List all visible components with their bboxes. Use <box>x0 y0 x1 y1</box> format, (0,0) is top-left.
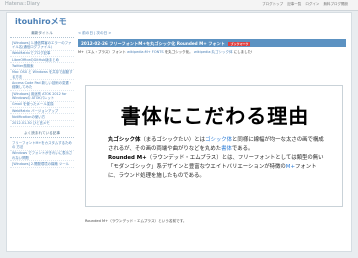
hatena-brand-logo[interactable]: Hatena::Diary <box>5 1 40 7</box>
sample-heading: 書体にこだわる理由 <box>120 104 310 128</box>
top-link-create-blog[interactable]: 無料ブログ開設 <box>324 2 349 6</box>
top-nav-links: ブログトップ 記事一覧 ログイン 無料ブログ開設 <box>259 2 348 7</box>
intro-text-end: にしました! <box>233 50 253 54</box>
entry-title-bar: 2012-02-26 フリーフォントM+を丸ゴシック化 Rounded M+ フ… <box>78 39 346 47</box>
font-sample-image: 書体にこだわる理由 丸ゴシック体（まるゴシックたい）とはゴシック体と同様に線幅が… <box>85 85 343 207</box>
para1-text-c: である。 <box>231 146 254 152</box>
sidebar-item[interactable]: Access Code Pad 新しい技術の変遷・経験してみた <box>10 80 74 91</box>
sidebar-popular-list: フリーフォントM+をカスタムするための 方法 Windows でフォントがきれいに… <box>10 140 74 168</box>
date-navigation[interactable]: < 前の日 | 次の日 > <box>78 31 350 36</box>
sample-paragraph-2: Rounded M+（ラウンデッド・エムプラス）とは、フリーフォントとしては類型… <box>108 154 326 181</box>
wikipedia-link-maru-gothic[interactable]: wikipedia:丸ゴシック体 <box>194 50 233 54</box>
top-link-login[interactable]: ログイン <box>305 2 319 6</box>
sidebar-item[interactable]: [Windows] 2.開発環境の構築 ツール <box>10 161 74 168</box>
sidebar-item[interactable]: フリーフォントM+をカスタムするための 方法 <box>10 140 74 151</box>
sidebar-item[interactable]: [Windows] 用途別 ATOK 2012 for Windowsの ATO… <box>10 91 74 102</box>
para1-text-a: （まるゴシックたい）とは <box>140 137 206 143</box>
main-content: < 前の日 | 次の日 > 2012-02-26 フリーフォントM+を丸ゴシック… <box>78 31 350 55</box>
intro-text-mid: を丸ゴシック化。 <box>164 50 193 54</box>
entry-title[interactable]: 2012-02-26 フリーフォントM+を丸ゴシック化 Rounded M+ フ… <box>81 41 225 46</box>
hatena-top-bar: Hatena::Diary ブログトップ 記事一覧 ログイン 無料ブログ開設 <box>0 0 358 11</box>
page-container: itouhiroメモ 最新タイトル [Windows] 1.通信障害のエラーのフ… <box>6 12 352 252</box>
entry-intro: M+（エム・プラス）フォント wikipedia:M+ FONTS を丸ゴシック… <box>78 50 278 55</box>
wikipedia-link-mplus[interactable]: wikipedia:M+ FONTS <box>127 50 164 54</box>
term-maru-gothic: 丸ゴシック体 <box>108 137 141 143</box>
sidebar-popular-heading: よく読まれている記事 <box>10 131 74 139</box>
sample-paragraph-1: 丸ゴシック体（まるゴシックたい）とはゴシック体と同様に線幅が均一な太さの画で構成… <box>108 136 326 154</box>
sample-body: 丸ゴシック体（まるゴシックたい）とはゴシック体と同様に線幅が均一な太さの画で構成… <box>108 136 326 181</box>
sidebar-recent-list: [Windows] 1.通信障害のエラーのファイル名(通信ログファイル) WebM… <box>10 40 74 128</box>
term-typeface: 書体 <box>221 146 232 152</box>
sidebar-item[interactable]: Mac OSX と Windows を共存で起動する方法 <box>10 70 74 81</box>
blog-title[interactable]: itouhiroメモ <box>15 16 67 27</box>
bookmark-badge[interactable]: ブックマーク <box>228 41 251 46</box>
term-rounded-mplus: Rounded M+ <box>108 155 147 161</box>
sidebar-item[interactable]: Windows でフォントがきれいに表示されない問題 <box>10 151 74 162</box>
entry-footer-note: Rounded M+（ラウンデッド・エムプラス）という名前です。 <box>85 219 187 223</box>
sidebar-item[interactable]: [Windows] 1.通信障害のエラーのファイル名(通信ログファイル) <box>10 40 74 51</box>
sidebar-recent-heading: 最新タイトル <box>10 31 74 38</box>
sidebar-item[interactable]: 2012-01-30 ひと言メモ <box>10 121 74 128</box>
top-link-blog-top[interactable]: ブログトップ <box>262 2 283 6</box>
term-mplus: M+ <box>285 164 295 170</box>
top-link-article-list[interactable]: 記事一覧 <box>287 2 301 6</box>
sidebar: 最新タイトル [Windows] 1.通信障害のエラーのファイル名(通信ログファ… <box>10 31 74 168</box>
term-gothic: ゴシック体 <box>205 137 233 143</box>
intro-text: M+（エム・プラス）フォント <box>78 50 126 54</box>
